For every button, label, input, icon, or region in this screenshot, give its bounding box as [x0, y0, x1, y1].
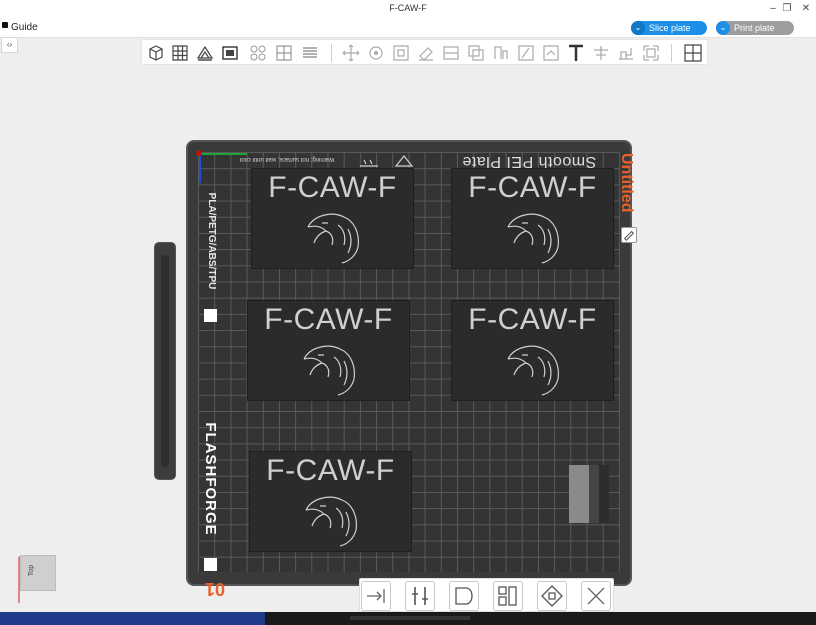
plate-icon[interactable] — [220, 43, 240, 63]
slice-plate-label: Slice plate — [649, 23, 691, 33]
toolbar-separator — [671, 44, 672, 62]
orient-plate-icon[interactable] — [493, 581, 523, 611]
title-bar: F-CAW-F – ❐ ✕ — [0, 0, 816, 17]
rotate-icon[interactable] — [366, 43, 386, 63]
export-icon[interactable] — [361, 581, 391, 611]
part-label: F-CAW-F — [268, 171, 397, 204]
window-title: F-CAW-F — [389, 3, 427, 13]
toolbar-separator — [331, 44, 332, 62]
scale-icon[interactable] — [391, 43, 411, 63]
view-cube[interactable] — [20, 555, 56, 591]
settings-icon[interactable] — [405, 581, 435, 611]
minimize-icon[interactable]: – — [766, 2, 780, 15]
seam-paint-icon[interactable] — [516, 43, 536, 63]
plate-toolbar — [359, 578, 614, 612]
guide-icon — [2, 22, 8, 28]
move-icon[interactable] — [341, 43, 361, 63]
color-paint-icon[interactable] — [541, 43, 561, 63]
add-cube-icon[interactable] — [146, 43, 166, 63]
variable-layer-icon[interactable] — [683, 43, 703, 63]
model-part[interactable]: F-CAW-F — [251, 168, 414, 269]
plate-number: 01 — [205, 579, 226, 599]
menu-bar: Guide ⌄ Slice plate ⌄ Print plate — [0, 17, 816, 38]
layers-icon[interactable] — [300, 43, 320, 63]
lay-on-face-icon[interactable] — [416, 43, 436, 63]
sidebar-toggle-button[interactable]: ‹› — [1, 37, 18, 53]
grid-icon[interactable] — [170, 43, 190, 63]
alignment-marker — [204, 309, 217, 322]
measure-icon[interactable] — [591, 43, 611, 63]
eagle-emblem-icon — [507, 345, 559, 396]
taskbar — [0, 612, 816, 625]
model-part[interactable]: F-CAW-F — [451, 168, 614, 269]
orientation-cube[interactable]: Top — [16, 553, 58, 607]
main-toolbar — [141, 39, 708, 65]
support-paint-icon[interactable] — [491, 43, 511, 63]
plate-material-label: PLA/PETG/ABS/TPU — [206, 192, 217, 290]
lock-plate-icon[interactable] — [537, 581, 567, 611]
part-label: F-CAW-F — [468, 171, 597, 204]
model-part[interactable]: F-CAW-F — [249, 451, 412, 552]
print-dropdown-icon[interactable]: ⌄ — [716, 21, 730, 35]
part-label: F-CAW-F — [264, 303, 393, 336]
split-parts-icon[interactable] — [641, 43, 661, 63]
calibration-marker — [569, 465, 609, 523]
x-axis-indicator — [199, 153, 247, 155]
delete-plate-icon[interactable] — [581, 581, 611, 611]
plate-handle — [154, 242, 176, 480]
plate-warning: Warning: hot surface, wait until cool — [240, 156, 335, 162]
restore-icon[interactable]: ❐ — [780, 2, 794, 15]
view-label: Top — [28, 564, 36, 577]
print-plate-button[interactable]: ⌄ Print plate — [716, 21, 794, 35]
eagle-emblem-icon — [307, 213, 359, 264]
origin-indicator — [196, 150, 202, 156]
taskbar-active-app[interactable] — [0, 612, 265, 625]
part-label: F-CAW-F — [468, 303, 597, 336]
boolean-icon[interactable] — [466, 43, 486, 63]
edit-plate-name-icon[interactable] — [621, 227, 637, 243]
eagle-emblem-icon — [507, 213, 559, 264]
eagle-emblem-icon — [303, 345, 355, 396]
print-plate-label: Print plate — [734, 23, 775, 33]
slice-dropdown-icon[interactable]: ⌄ — [631, 21, 645, 35]
split-icon[interactable] — [274, 43, 294, 63]
hot-surface-icon — [360, 155, 414, 167]
text-icon[interactable] — [566, 43, 586, 63]
guide-menu[interactable]: Guide — [11, 22, 38, 33]
taskbar-item[interactable] — [350, 616, 470, 620]
slice-plate-button[interactable]: ⌄ Slice plate — [631, 21, 707, 35]
arrange-icon[interactable] — [248, 43, 268, 63]
eagle-emblem-icon — [305, 496, 357, 547]
y-axis-indicator — [199, 153, 201, 183]
assembly-icon[interactable] — [616, 43, 636, 63]
arrange-plate-icon[interactable] — [449, 581, 479, 611]
close-icon[interactable]: ✕ — [799, 2, 813, 15]
alignment-marker — [204, 558, 217, 571]
model-part[interactable]: F-CAW-F — [451, 300, 614, 401]
part-label: F-CAW-F — [266, 454, 395, 487]
cut-icon[interactable] — [441, 43, 461, 63]
orient-icon[interactable] — [195, 43, 215, 63]
model-part[interactable]: F-CAW-F — [247, 300, 410, 401]
brand-logo: FLASHFORGE — [202, 422, 219, 536]
